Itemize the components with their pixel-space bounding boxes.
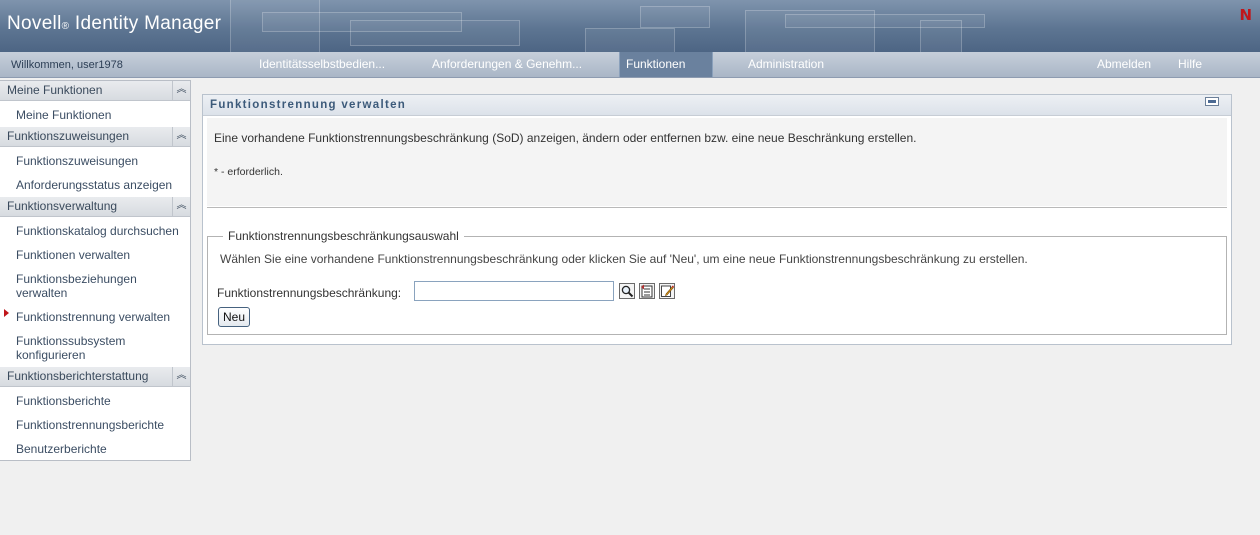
logout-link[interactable]: Abmelden [1097, 52, 1151, 77]
novell-n-logo: N [1239, 6, 1252, 24]
sidebar-item-configure-subsystem[interactable]: Funktionssubsystem konfigurieren [16, 334, 156, 362]
required-note: * - erforderlich. [214, 166, 283, 178]
banner-decoration [585, 28, 675, 52]
sidebar: Meine Funktionen ︽ Meine Funktionen Funk… [0, 80, 191, 461]
tab-identity-self-service[interactable]: Identitätsselbstbedien... [259, 52, 385, 77]
sidebar-item-request-status[interactable]: Anforderungsstatus anzeigen [16, 178, 188, 192]
new-button[interactable]: Neu [218, 307, 250, 327]
sidebar-item-user-reports[interactable]: Benutzerberichte [16, 442, 188, 456]
section-title: Funktionsverwaltung [7, 199, 118, 213]
sidebar-item-browse-catalog[interactable]: Funktionskatalog durchsuchen [16, 224, 188, 238]
tab-requests-approvals[interactable]: Anforderungen & Genehm... [432, 52, 582, 77]
banner-decoration [920, 20, 962, 52]
collapse-icon[interactable]: ︽ [172, 127, 190, 146]
help-link[interactable]: Hilfe [1178, 52, 1202, 77]
sod-constraint-input[interactable] [414, 281, 614, 301]
description-area: Eine vorhandene Funktionstrennungsbeschr… [207, 118, 1227, 206]
header-banner: Novell® Identity Manager N [0, 0, 1260, 52]
tab-roles[interactable]: Funktionen [619, 52, 713, 77]
sidebar-item-my-roles[interactable]: Meine Funktionen [16, 108, 188, 122]
fieldset-legend: Funktionstrennungsbeschränkungsauswahl [228, 229, 459, 243]
divider [207, 207, 1227, 208]
active-item-marker-icon [4, 309, 9, 317]
sidebar-item-role-assignments[interactable]: Funktionszuweisungen [16, 154, 188, 168]
banner-decoration [350, 20, 520, 46]
section-title: Funktionsberichterstattung [7, 369, 149, 383]
panel-layout-icon[interactable] [1205, 97, 1219, 106]
collapse-icon[interactable]: ︽ [172, 367, 190, 386]
page-description: Eine vorhandene Funktionstrennungsbeschr… [214, 131, 917, 145]
edit-icon[interactable] [659, 283, 675, 299]
collapse-icon[interactable]: ︽ [172, 197, 190, 216]
sidebar-item-role-reports[interactable]: Funktionsberichte [16, 394, 188, 408]
welcome-text: Willkommen, user1978 [11, 59, 123, 71]
sidebar-item-sod-reports[interactable]: Funktionstrennungsberichte [16, 418, 188, 432]
fieldset-instruction: Wählen Sie eine vorhandene Funktionstren… [220, 252, 1028, 266]
section-header-my-roles[interactable]: Meine Funktionen ︽ [0, 81, 190, 101]
page-title: Funktionstrennung verwalten [210, 99, 407, 111]
section-header-role-assignments[interactable]: Funktionszuweisungen ︽ [0, 127, 190, 147]
sod-field-label: Funktionstrennungsbeschränkung: [217, 286, 402, 300]
brand-name: Novell [7, 13, 62, 34]
product-logo: Novell® Identity Manager [7, 13, 221, 35]
panel-header: Funktionstrennung verwalten [203, 95, 1231, 116]
section-title: Meine Funktionen [7, 83, 103, 97]
search-icon[interactable] [619, 283, 635, 299]
product-name: Identity Manager [74, 13, 222, 34]
history-list-icon[interactable] [639, 283, 655, 299]
main-panel: Funktionstrennung verwalten Eine vorhand… [202, 94, 1232, 345]
section-header-role-management[interactable]: Funktionsverwaltung ︽ [0, 197, 190, 217]
registered-mark: ® [61, 21, 70, 32]
section-header-role-reporting[interactable]: Funktionsberichterstattung ︽ [0, 367, 190, 387]
nav-bar: Willkommen, user1978 Identitätsselbstbed… [0, 52, 1260, 78]
collapse-icon[interactable]: ︽ [172, 81, 190, 100]
sod-selection-fieldset: Funktionstrennungsbeschränkungsauswahl W… [207, 229, 1227, 335]
tab-administration[interactable]: Administration [748, 52, 824, 77]
banner-decoration [640, 6, 710, 28]
sidebar-item-manage-roles[interactable]: Funktionen verwalten [16, 248, 188, 262]
sidebar-item-manage-relationships[interactable]: Funktionsbeziehungen verwalten [16, 272, 166, 300]
sidebar-item-manage-sod[interactable]: Funktionstrennung verwalten [16, 310, 188, 324]
section-title: Funktionszuweisungen [7, 129, 130, 143]
